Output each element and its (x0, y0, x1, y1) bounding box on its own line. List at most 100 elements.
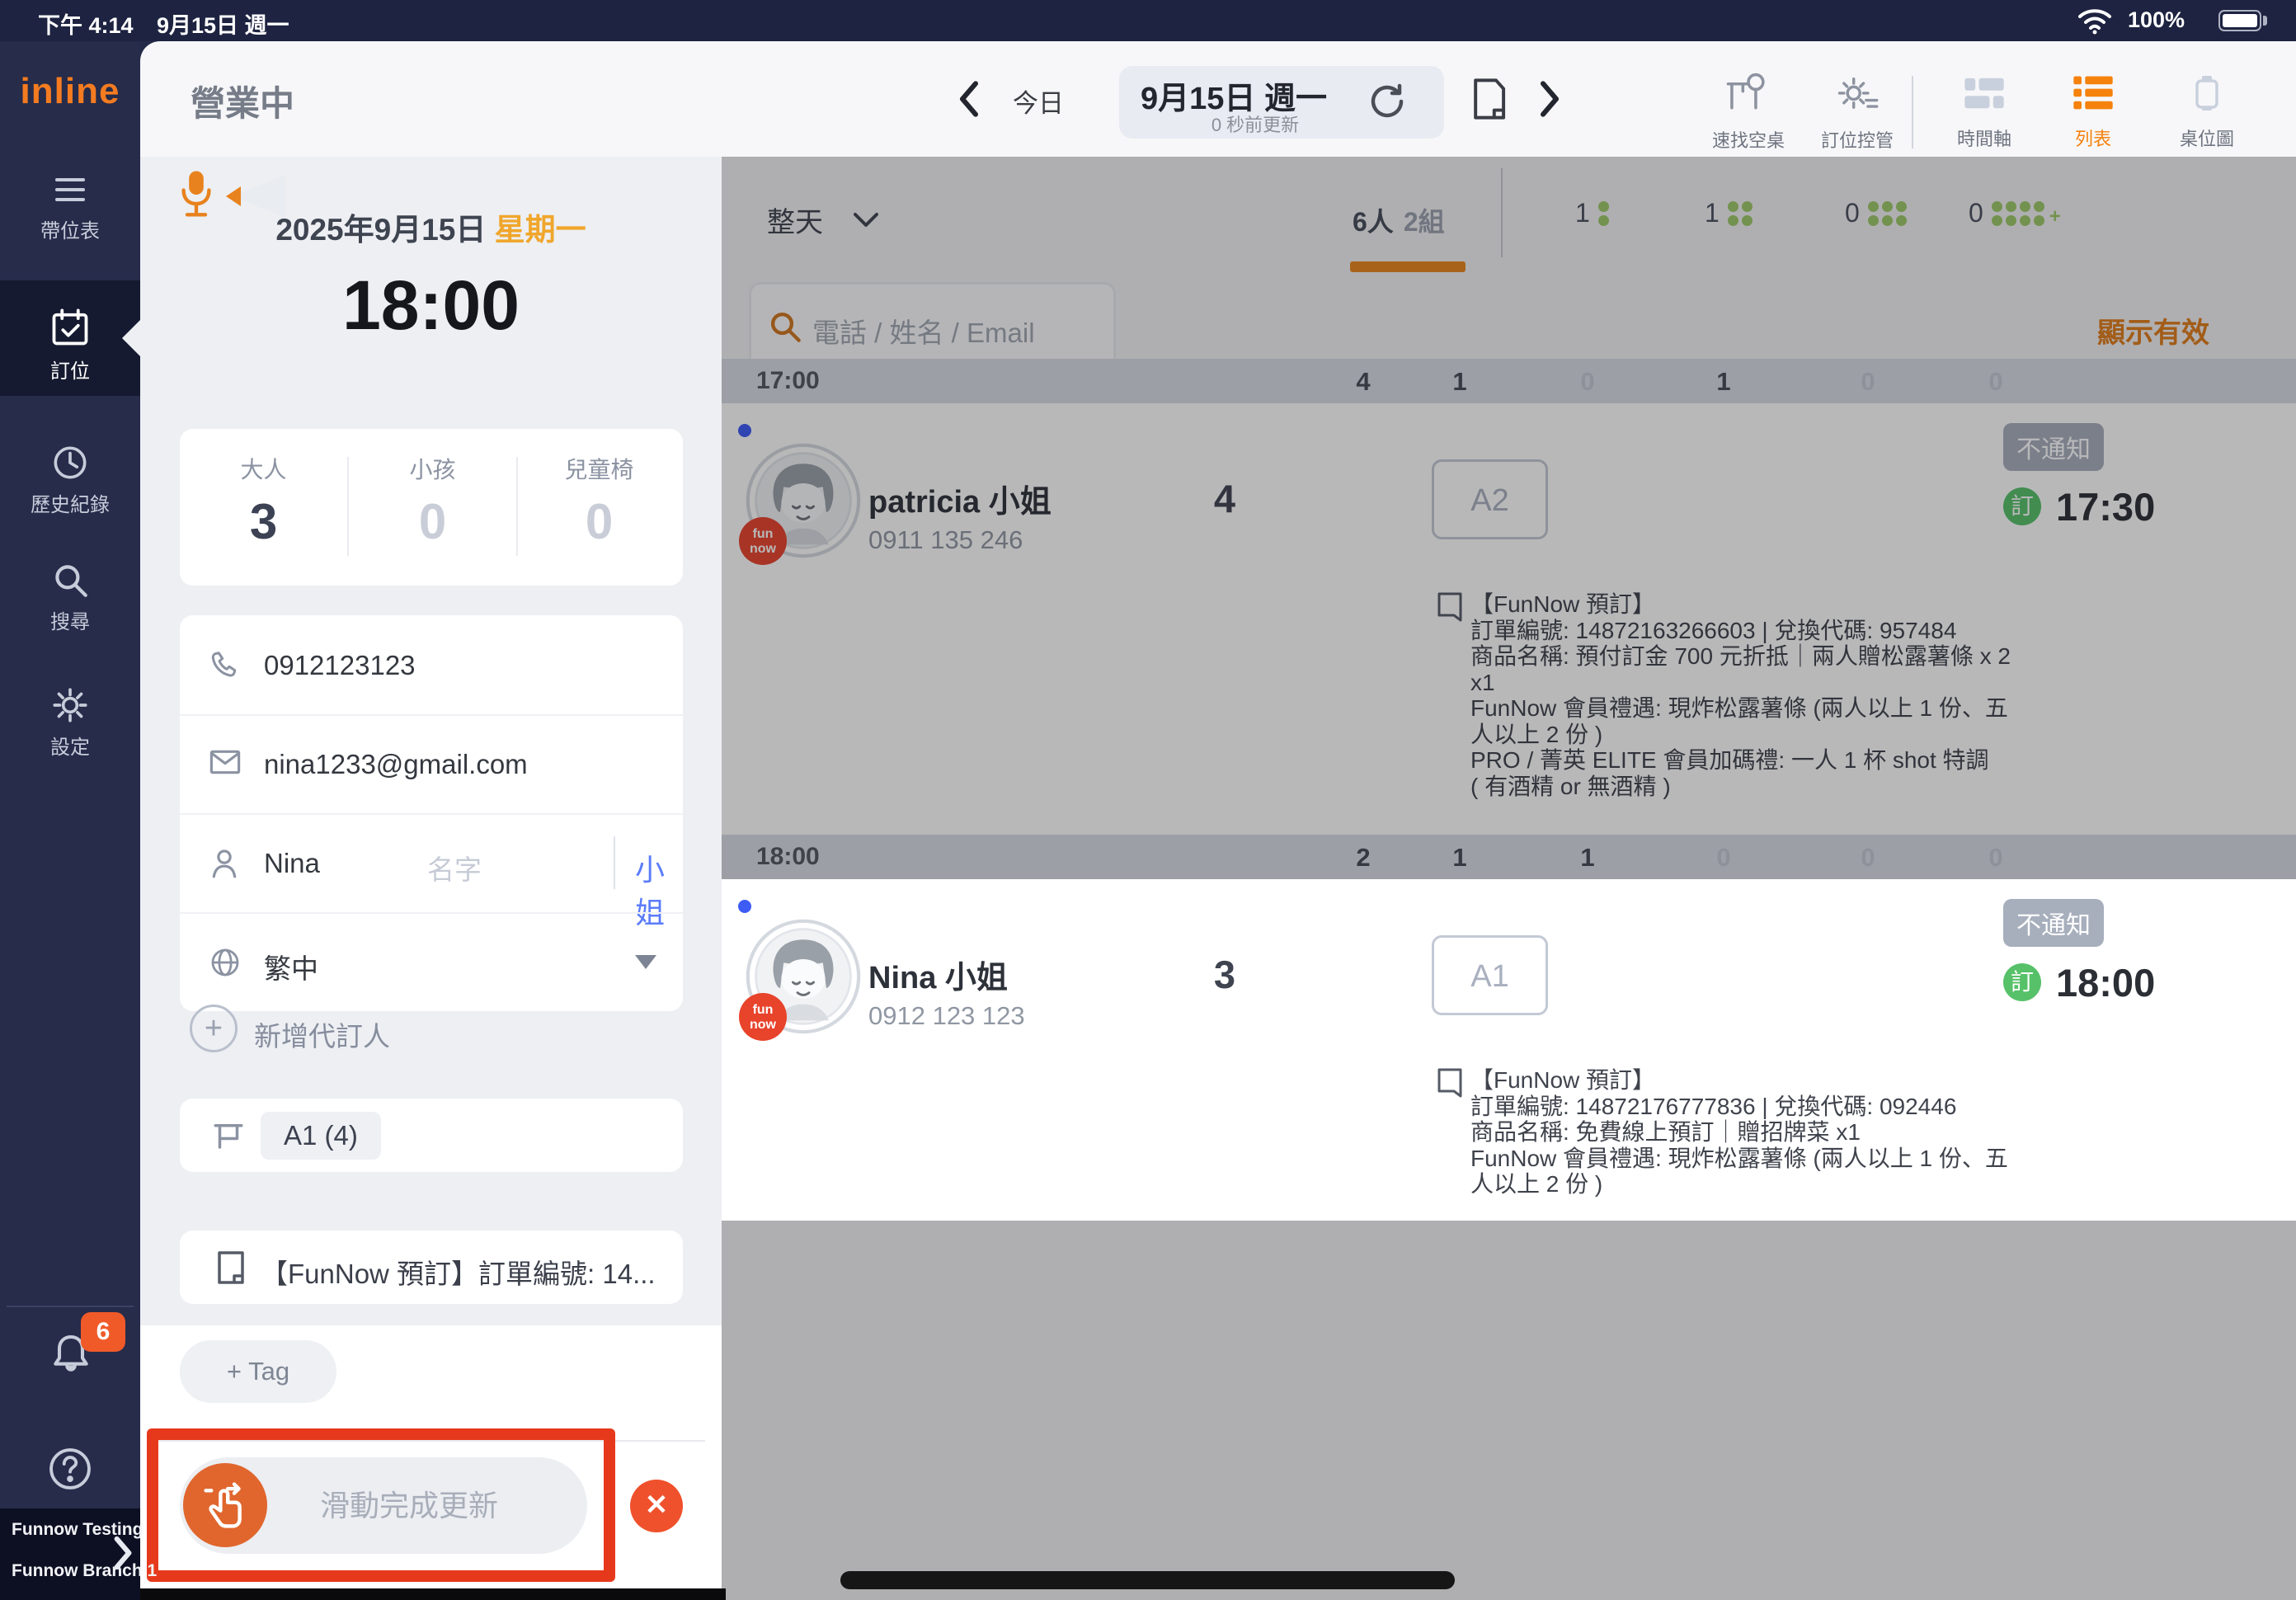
table-assignment-chip[interactable]: A1 (4) (261, 1112, 381, 1160)
phone-value: 0912123123 (264, 650, 416, 681)
action-label: 速找空桌 (1699, 126, 1798, 153)
language-select[interactable]: 繁中 (180, 912, 683, 1011)
gear-icon (49, 685, 91, 726)
booking-gear-icon (1834, 73, 1880, 115)
panel-bottom-strip (140, 1588, 726, 1600)
party-value: 0 (349, 493, 516, 550)
note-icon (1436, 1067, 1464, 1099)
status-time: 下午 4:14 (38, 7, 134, 40)
table-chip[interactable]: A1 (1432, 935, 1548, 1015)
action-label: 列表 (2044, 125, 2143, 151)
last-updated: 0 秒前更新 (1119, 111, 1391, 137)
horizontal-scrollbar[interactable] (840, 1571, 1455, 1589)
children-stepper[interactable]: 小孩 0 (349, 429, 516, 550)
date-picker[interactable]: 9月15日 週一 0 秒前更新 (1119, 66, 1444, 139)
chevron-right-icon (111, 1535, 135, 1571)
inline-logo: inline (0, 71, 140, 112)
calendar-check-icon (49, 307, 92, 350)
avatar: funnow (746, 919, 861, 1034)
person-icon (209, 848, 239, 879)
sidebar-item-label: 帶位表 (0, 214, 140, 243)
floor-map-button[interactable]: 桌位圖 (2157, 73, 2256, 151)
booking-edit-panel: 2025年9月15日 星期一 18:00 大人 3 小孩 0 兒童椅 0 091… (140, 157, 722, 1600)
reservation-card-nina[interactable]: funnow Nina 小姐 0912 123 123 3 A1 不通知 訂 1… (722, 879, 2296, 1221)
reservation-list: 整天 6人2組 1 1 0 0 + 電話 / 姓名 / Email 顯示有 (722, 157, 2296, 1600)
note-icon (216, 1250, 246, 1285)
guest-phone: 0912 123 123 (868, 1001, 1025, 1031)
party-size: 3 (1183, 952, 1266, 997)
party-value: 3 (180, 493, 347, 550)
email-value: nina1233@gmail.com (264, 749, 528, 780)
guest-name: Nina 小姐 (868, 952, 1008, 997)
sidebar-item-reservations[interactable]: 訂位 (0, 307, 140, 384)
sidebar-item-seating-chart[interactable]: 帶位表 (0, 170, 140, 243)
floor-map-icon (2185, 73, 2228, 114)
tutorial-highlight-box (147, 1428, 615, 1582)
today-button[interactable]: 今日 (1013, 82, 1064, 120)
timeline-view-button[interactable]: 時間軸 (1935, 73, 2034, 151)
plus-circle-icon[interactable]: + (190, 1005, 238, 1052)
venue-switcher[interactable]: Funnow Testing Funnow Branch 1 (0, 1508, 140, 1600)
action-label: 訂位控管 (1808, 126, 1907, 153)
wifi-icon (2077, 8, 2113, 35)
party-size-card[interactable]: 大人 3 小孩 0 兒童椅 0 (180, 429, 683, 586)
close-button[interactable]: ✕ (630, 1480, 683, 1532)
prev-day-button[interactable] (955, 79, 983, 119)
highchair-stepper[interactable]: 兒童椅 0 (515, 429, 683, 550)
battery-tip (2263, 16, 2267, 26)
booking-weekday: 星期一 (495, 213, 586, 247)
globe-icon (209, 947, 241, 978)
help-button[interactable] (46, 1445, 94, 1497)
booking-control-button[interactable]: 訂位控管 (1808, 73, 1907, 153)
sidebar-item-label: 設定 (0, 731, 140, 760)
booking-time[interactable]: 18:00 (140, 266, 722, 346)
app-screen: inline 帶位表 訂位 歷史紀錄 搜尋 設定 6 (0, 0, 2296, 1600)
sidebar-item-label: 搜尋 (0, 605, 140, 634)
find-table-icon (1724, 73, 1772, 115)
language-value: 繁中 (264, 947, 318, 986)
last-name-value: Nina (264, 848, 320, 879)
first-name-placeholder: 名字 (427, 848, 482, 887)
reservation-note: 【FunNow 預訂】 訂單編號: 14872176777836 | 兌換代碼:… (1470, 1067, 2015, 1198)
phone-field[interactable]: 0912123123 (180, 615, 683, 714)
adults-stepper[interactable]: 大人 3 (180, 429, 347, 550)
header-divider (1912, 76, 1913, 148)
notification-badge: 6 (81, 1312, 125, 1352)
list-view-button[interactable]: 列表 (2044, 73, 2143, 151)
email-field[interactable]: nina1233@gmail.com (180, 714, 683, 813)
party-label: 小孩 (349, 452, 516, 485)
add-booker-button[interactable]: 新增代訂人 (254, 1014, 390, 1054)
name-field[interactable]: Nina 名字 小姐 (180, 813, 683, 912)
party-label: 兒童椅 (515, 452, 683, 485)
rows-icon (50, 170, 90, 209)
mic-level-icon (226, 186, 241, 206)
next-day-button[interactable] (1536, 79, 1564, 119)
assigned-table-card[interactable]: A1 (4) (180, 1099, 683, 1172)
chevron-down-icon (635, 955, 656, 969)
contact-card: 0912123123 nina1233@gmail.com Nina 名字 小姐… (180, 615, 683, 1011)
phone-icon (209, 650, 239, 680)
note-page-icon[interactable] (1470, 78, 1508, 120)
battery-percent: 100% (2128, 7, 2185, 33)
unread-dot (738, 900, 751, 913)
question-icon (46, 1445, 94, 1493)
sidebar-item-settings[interactable]: 設定 (0, 685, 140, 760)
sidebar: inline 帶位表 訂位 歷史紀錄 搜尋 設定 6 (0, 0, 140, 1600)
ipad-status-bar: 下午 4:14 9月15日 週一 100% (0, 0, 2296, 41)
search-icon (49, 559, 91, 600)
clock-icon (49, 442, 91, 483)
no-notify-badge: 不通知 (2003, 899, 2104, 947)
party-value: 0 (515, 493, 683, 550)
sidebar-item-history[interactable]: 歷史紀錄 (0, 442, 140, 517)
sidebar-divider (7, 1306, 134, 1307)
note-preview: 【FunNow 預訂】訂單編號: 14... (261, 1252, 656, 1292)
find-table-button[interactable]: 速找空桌 (1699, 73, 1798, 153)
booking-date[interactable]: 2025年9月15日 星期一 (140, 205, 722, 249)
add-tag-button[interactable]: + Tag (180, 1340, 336, 1403)
status-date: 9月15日 週一 (157, 7, 289, 40)
reservation-time: 18:00 (2056, 960, 2155, 1005)
party-label: 大人 (180, 452, 347, 485)
sidebar-item-search[interactable]: 搜尋 (0, 559, 140, 634)
note-row[interactable]: 【FunNow 預訂】訂單編號: 14... (180, 1231, 683, 1304)
modal-dim-overlay (722, 157, 2296, 1600)
